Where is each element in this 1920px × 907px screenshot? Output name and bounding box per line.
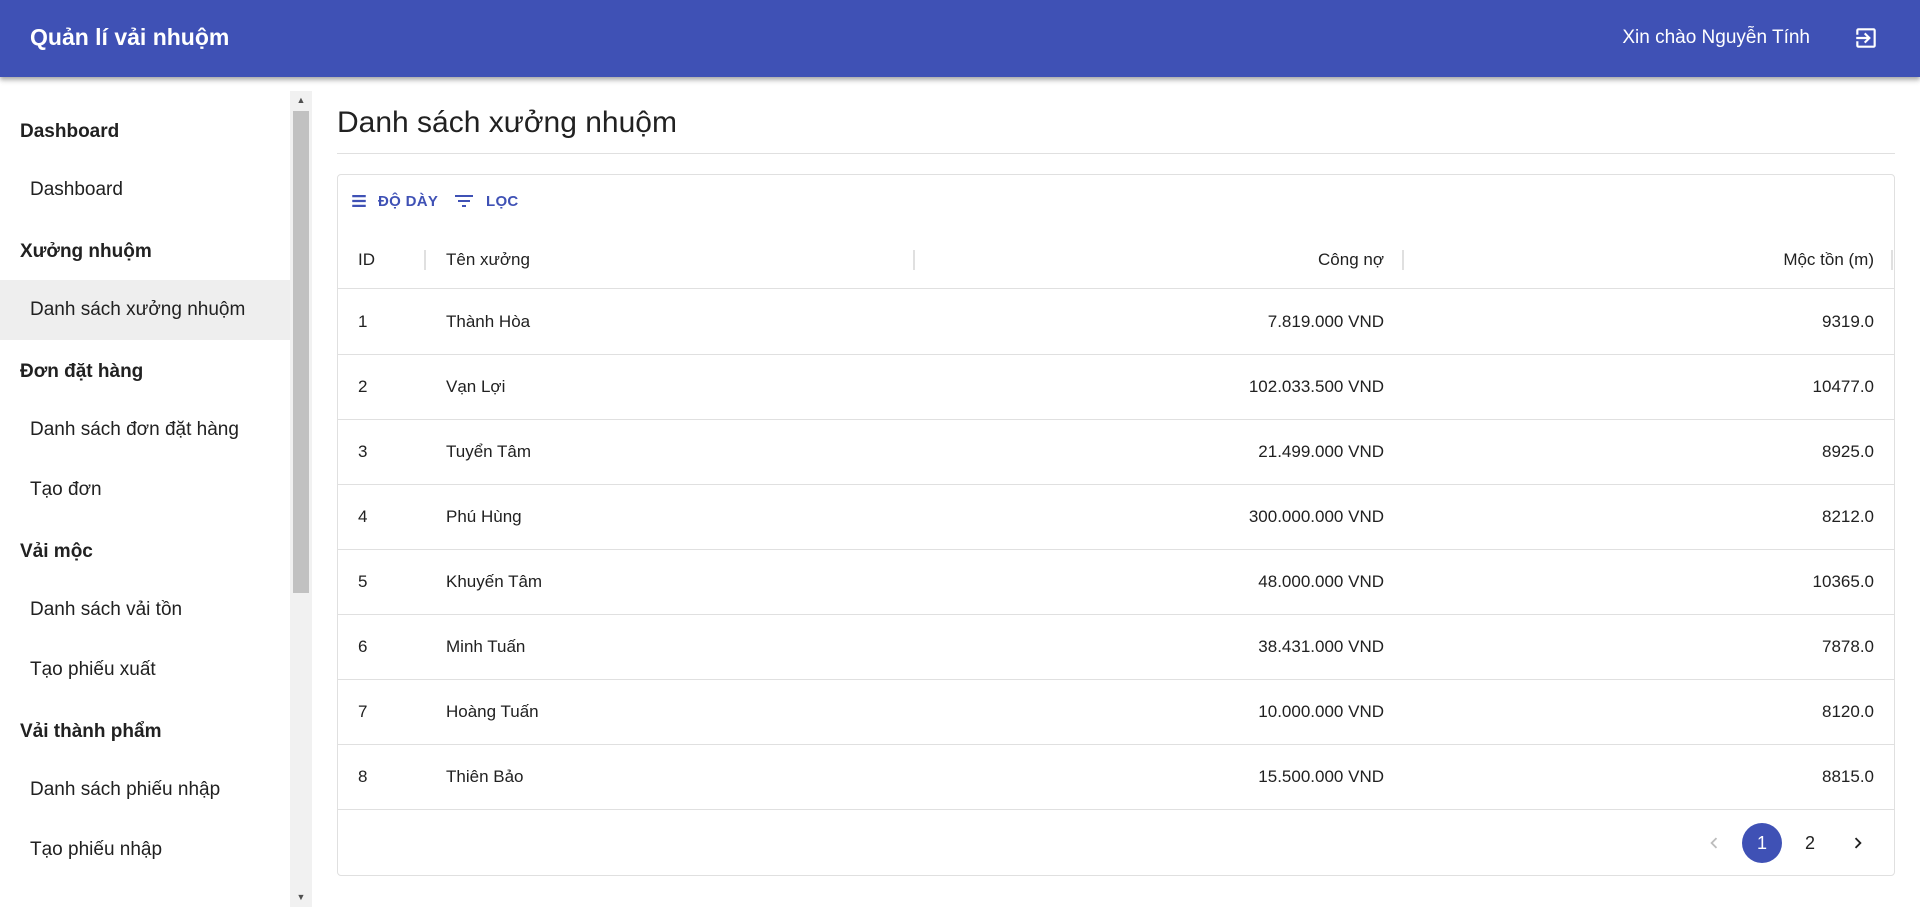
- logout-icon: [1856, 28, 1876, 48]
- column-header-debt[interactable]: Công nợ: [1318, 231, 1384, 289]
- table-row[interactable]: 3 Tuyển Tâm 21.499.000 VND 8925.0: [338, 420, 1894, 485]
- table-header: ID Tên xưởng Công nợ Mộc tồn (m): [338, 231, 1894, 289]
- column-header-name[interactable]: Tên xưởng: [446, 231, 530, 289]
- table-row[interactable]: 7 Hoàng Tuấn 10.000.000 VND 8120.0: [338, 680, 1894, 745]
- cell-id: 7: [358, 702, 368, 721]
- cell-id: 1: [358, 312, 368, 331]
- cell-stock: 10477.0: [1812, 377, 1874, 396]
- sidebar-scrollbar[interactable]: ▲ ▼: [290, 91, 312, 907]
- sidebar-item-create-export-slip[interactable]: Tạo phiếu xuất: [0, 640, 290, 700]
- table-row[interactable]: 1 Thành Hòa 7.819.000 VND 9319.0: [338, 290, 1894, 355]
- cell-name: Hoàng Tuấn: [446, 702, 539, 721]
- cell-name: Tuyển Tâm: [446, 442, 532, 461]
- chevron-left-icon: [1710, 837, 1718, 849]
- cell-stock: 8925.0: [1822, 442, 1874, 461]
- app-title: Quản lí vải nhuộm: [30, 24, 230, 50]
- cell-id: 3: [358, 442, 368, 461]
- cell-debt: 7.819.000 VND: [1267, 312, 1384, 331]
- cell-name: Thiên Bảo: [446, 767, 524, 786]
- data-grid: ĐỘ DÀY LỌC ID Tên xưởng Công nợ Mộc tồn …: [337, 174, 1895, 876]
- cell-debt: 21.499.000 VND: [1258, 442, 1384, 461]
- column-header-id[interactable]: ID: [358, 231, 375, 289]
- filter-button[interactable]: LỌC: [452, 185, 519, 217]
- filter-label: LỌC: [486, 192, 519, 210]
- cell-debt: 15.500.000 VND: [1258, 767, 1384, 786]
- column-separator[interactable]: [913, 250, 915, 270]
- app-bar: Quản lí vải nhuộm Xin chào Nguyễn Tính: [0, 0, 1920, 77]
- cell-name: Khuyến Tâm: [446, 572, 543, 591]
- cell-id: 5: [358, 572, 368, 591]
- next-page-button[interactable]: [1838, 823, 1878, 863]
- cell-id: 2: [358, 377, 368, 396]
- sidebar-item-import-slip-list[interactable]: Danh sách phiếu nhập: [0, 760, 290, 820]
- density-button[interactable]: ĐỘ DÀY: [350, 185, 438, 217]
- page-button-1[interactable]: 1: [1742, 823, 1782, 863]
- cell-name: Phú Hùng: [446, 507, 522, 526]
- nav-group-finished-fabric: Vải thành phẩm: [20, 721, 162, 742]
- sidebar-item-dye-workshop-list[interactable]: Danh sách xưởng nhuộm: [0, 280, 290, 340]
- cell-stock: 9319.0: [1822, 312, 1874, 331]
- cell-name: Thành Hòa: [446, 312, 531, 331]
- nav-group-raw-fabric: Vải mộc: [20, 541, 93, 562]
- cell-id: 4: [358, 507, 368, 526]
- sidebar-item-fabric-stock-list[interactable]: Danh sách vải tồn: [0, 580, 290, 640]
- cell-debt: 48.000.000 VND: [1258, 572, 1384, 591]
- density-icon: [352, 195, 366, 207]
- cell-id: 6: [358, 637, 368, 656]
- table-row[interactable]: 2 Vạn Lợi 102.033.500 VND 10477.0: [338, 355, 1894, 420]
- column-separator[interactable]: [424, 250, 426, 270]
- prev-page-button[interactable]: [1694, 823, 1734, 863]
- user-greeting: Xin chào Nguyễn Tính: [1622, 27, 1810, 48]
- density-label: ĐỘ DÀY: [378, 192, 439, 210]
- chevron-right-icon: [1854, 837, 1862, 849]
- table-row[interactable]: 5 Khuyến Tâm 48.000.000 VND 10365.0: [338, 550, 1894, 615]
- cell-stock: 10365.0: [1812, 572, 1874, 591]
- cell-debt: 300.000.000 VND: [1248, 507, 1384, 526]
- column-separator[interactable]: [1402, 250, 1404, 270]
- cell-name: Minh Tuấn: [446, 637, 526, 656]
- scroll-down-arrow-icon[interactable]: ▼: [290, 888, 312, 906]
- cell-debt: 10.000.000 VND: [1258, 702, 1384, 721]
- cell-stock: 8815.0: [1822, 767, 1874, 786]
- column-header-stock[interactable]: Mộc tồn (m): [1783, 231, 1874, 289]
- title-divider: [337, 153, 1895, 154]
- nav-group-dashboard: Dashboard: [20, 121, 120, 142]
- nav-group-orders: Đơn đặt hàng: [20, 361, 144, 382]
- cell-stock: 8212.0: [1822, 507, 1874, 526]
- scrollbar-thumb[interactable]: [293, 111, 309, 593]
- pagination: 1 2: [1674, 823, 1894, 863]
- sidebar: Dashboard Dashboard Xưởng nhuộm Danh sác…: [0, 91, 290, 907]
- scroll-up-arrow-icon[interactable]: ▲: [290, 91, 312, 109]
- cell-id: 8: [358, 767, 368, 786]
- sidebar-item-create-order[interactable]: Tạo đơn: [0, 460, 290, 520]
- cell-debt: 102.033.500 VND: [1248, 377, 1384, 396]
- sidebar-item-create-import-slip[interactable]: Tạo phiếu nhập: [0, 820, 290, 880]
- column-separator[interactable]: [1891, 250, 1893, 270]
- cell-name: Vạn Lợi: [446, 377, 506, 396]
- page-button-2[interactable]: 2: [1790, 823, 1830, 863]
- cell-stock: 8120.0: [1822, 702, 1874, 721]
- page-title: Danh sách xưởng nhuộm: [337, 106, 677, 139]
- table-row[interactable]: 4 Phú Hùng 300.000.000 VND 8212.0: [338, 485, 1894, 550]
- nav-group-dye-workshop: Xưởng nhuộm: [20, 241, 152, 262]
- table-row[interactable]: 6 Minh Tuấn 38.431.000 VND 7878.0: [338, 615, 1894, 680]
- table-row[interactable]: 8 Thiên Bảo 15.500.000 VND 8815.0: [338, 745, 1894, 810]
- cell-stock: 7878.0: [1822, 637, 1874, 656]
- logout-button[interactable]: [1850, 22, 1882, 54]
- sidebar-item-order-list[interactable]: Danh sách đơn đặt hàng: [0, 400, 290, 460]
- cell-debt: 38.431.000 VND: [1258, 637, 1384, 656]
- filter-icon: [455, 195, 473, 207]
- sidebar-item-dashboard[interactable]: Dashboard: [0, 160, 290, 220]
